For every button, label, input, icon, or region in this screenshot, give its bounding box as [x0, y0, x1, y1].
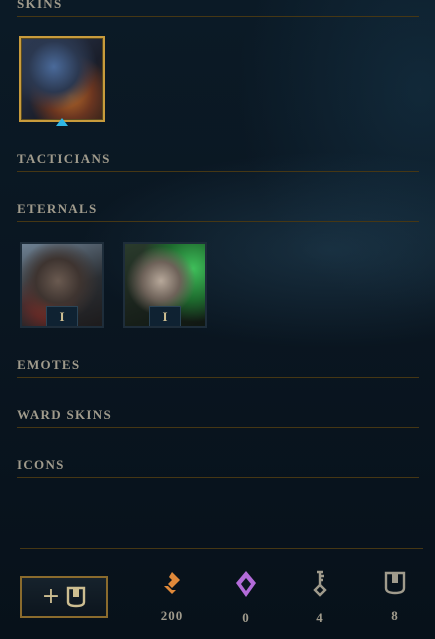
section-title-ward-skins: WARD SKINS	[17, 407, 419, 428]
key-fragment-amount: 4	[316, 610, 324, 625]
key-fragment-icon	[313, 570, 327, 597]
orange-essence-amount: 200	[160, 608, 184, 623]
mythic-essence-amount: 0	[242, 610, 250, 625]
add-chest-button[interactable]: +	[20, 576, 108, 618]
chest-counter: 8	[365, 570, 425, 624]
chest-icon	[384, 571, 406, 595]
orange-essence-icon	[164, 572, 180, 594]
eternal-level-badge: I	[46, 306, 78, 326]
eternal-thumbnail[interactable]: I	[123, 242, 207, 328]
section-title-icons: ICONS	[17, 457, 419, 478]
mythic-essence-icon	[236, 571, 256, 597]
chest-icon	[67, 586, 86, 608]
selected-skin-marker-icon	[56, 118, 68, 126]
eternal-level-badge: I	[149, 306, 181, 326]
plus-icon: +	[41, 584, 61, 609]
section-title-skins: SKINS	[17, 0, 419, 17]
chest-amount: 8	[391, 608, 399, 623]
orange-essence-counter: 200	[142, 570, 202, 624]
section-title-emotes: EMOTES	[17, 357, 419, 378]
section-title-tacticians: TACTICIANS	[17, 151, 419, 172]
footer-divider	[20, 548, 423, 549]
mythic-essence-counter: 0	[216, 570, 276, 626]
skin-thumbnail[interactable]	[19, 36, 105, 122]
section-title-eternals: ETERNALS	[17, 201, 419, 222]
key-fragment-counter: 4	[290, 570, 350, 626]
eternal-thumbnail[interactable]: I	[20, 242, 104, 328]
